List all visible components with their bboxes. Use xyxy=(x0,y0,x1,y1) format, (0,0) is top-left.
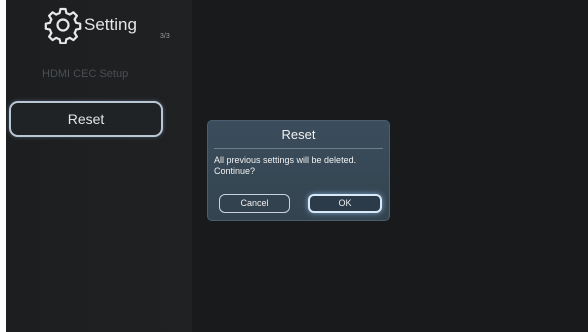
dialog-divider xyxy=(214,148,383,149)
reset-dialog: Reset All previous settings will be dele… xyxy=(207,120,390,221)
tv-screen: Setting 3/3 HDMI CEC Setup Reset Reset A… xyxy=(6,0,588,332)
ok-button[interactable]: OK xyxy=(308,194,382,213)
cancel-button[interactable]: Cancel xyxy=(219,194,290,213)
page-title: Setting xyxy=(84,15,137,34)
gear-icon xyxy=(44,7,82,44)
dialog-message: All previous settings will be deleted. C… xyxy=(214,155,357,176)
page-indicator: 3/3 xyxy=(160,33,170,40)
menu-item-reset[interactable]: Reset xyxy=(9,101,163,137)
dialog-title: Reset xyxy=(281,127,316,142)
settings-sidebar: Setting 3/3 HDMI CEC Setup Reset xyxy=(6,0,192,332)
menu-item-hdmi-cec-setup[interactable]: HDMI CEC Setup xyxy=(42,68,128,80)
settings-header: Setting 3/3 xyxy=(44,4,184,48)
